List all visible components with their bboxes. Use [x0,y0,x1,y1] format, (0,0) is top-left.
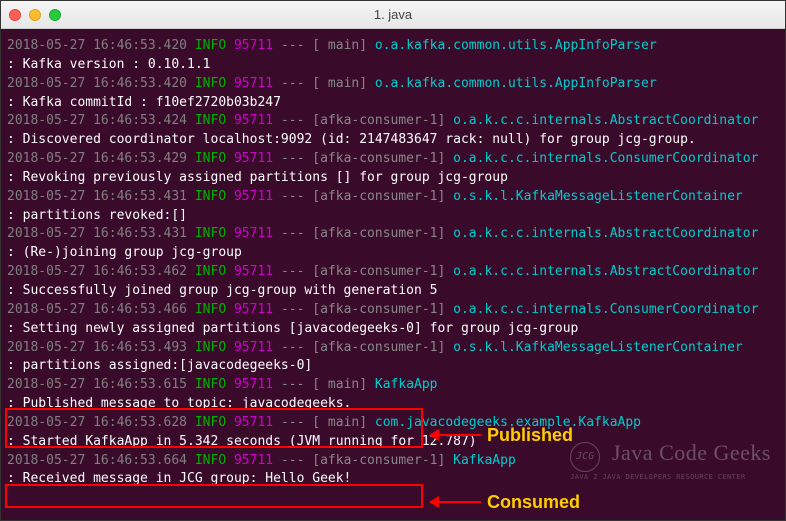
log-line: 2018-05-27 16:46:53.664 INFO 95711 --- [… [7,452,779,471]
log-message: : Published message to topic: javacodege… [7,395,779,414]
log-line: 2018-05-27 16:46:53.420 INFO 95711 --- [… [7,37,779,56]
window-titlebar: 1. java [1,1,785,29]
arrow-published: Published [431,422,573,448]
log-message: : (Re-)joining group jcg-group [7,244,779,263]
log-line: 2018-05-27 16:46:53.431 INFO 95711 --- [… [7,225,779,244]
log-message: : Started KafkaApp in 5.342 seconds (JVM… [7,433,779,452]
label-published: Published [487,422,573,448]
log-message: : Kafka version : 0.10.1.1 [7,56,779,75]
log-message: : Kafka commitId : f10ef2720b03b247 [7,94,779,113]
label-consumed: Consumed [487,489,580,515]
arrow-consumed: Consumed [431,489,580,515]
log-line: 2018-05-27 16:46:53.429 INFO 95711 --- [… [7,150,779,169]
log-message: : partitions assigned:[javacodegeeks-0] [7,357,779,376]
log-message: : Revoking previously assigned partition… [7,169,779,188]
log-message: : Setting newly assigned partitions [jav… [7,320,779,339]
log-line: 2018-05-27 16:46:53.493 INFO 95711 --- [… [7,339,779,358]
log-message: : Successfully joined group jcg-group wi… [7,282,779,301]
window-title: 1. java [1,7,785,22]
log-line: 2018-05-27 16:46:53.431 INFO 95711 --- [… [7,188,779,207]
log-line: 2018-05-27 16:46:53.420 INFO 95711 --- [… [7,75,779,94]
log-line: 2018-05-27 16:46:53.628 INFO 95711 --- [… [7,414,779,433]
log-message: : Received message in JCG group: Hello G… [7,470,779,489]
terminal-output[interactable]: 2018-05-27 16:46:53.420 INFO 95711 --- [… [1,29,785,520]
log-message: : Discovered coordinator localhost:9092 … [7,131,779,150]
log-line: 2018-05-27 16:46:53.466 INFO 95711 --- [… [7,301,779,320]
log-line: 2018-05-27 16:46:53.615 INFO 95711 --- [… [7,376,779,395]
log-line: 2018-05-27 16:46:53.462 INFO 95711 --- [… [7,263,779,282]
log-line: 2018-05-27 16:46:53.424 INFO 95711 --- [… [7,112,779,131]
log-message: : partitions revoked:[] [7,207,779,226]
